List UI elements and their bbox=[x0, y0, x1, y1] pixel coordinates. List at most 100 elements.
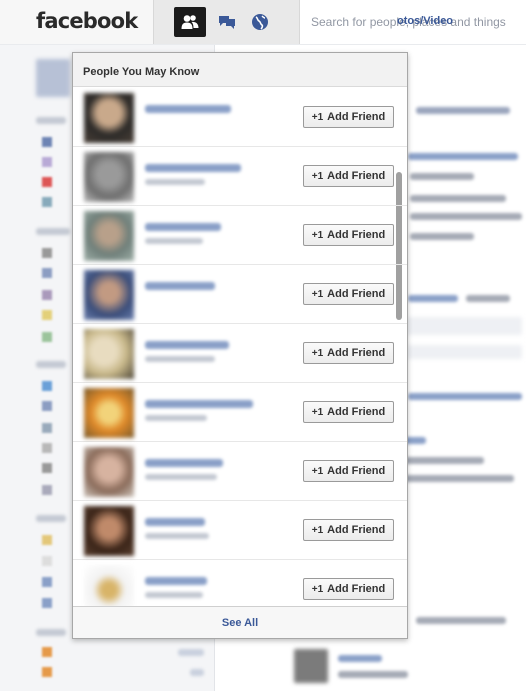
feed-text bbox=[408, 393, 522, 400]
dropdown-footer: See All bbox=[73, 606, 407, 638]
add-friend-button[interactable]: +1 Add Friend bbox=[303, 106, 394, 128]
nav-label bbox=[36, 361, 66, 368]
list-icon bbox=[42, 647, 52, 657]
add-friend-button[interactable]: +1 Add Friend bbox=[303, 401, 394, 423]
avatar[interactable] bbox=[84, 329, 134, 379]
people-you-may-know-dropdown: People You May Know +1 Add Friend +1 Add F… bbox=[72, 52, 408, 639]
avatar[interactable] bbox=[84, 506, 134, 556]
feed-text bbox=[410, 213, 522, 220]
person-name[interactable] bbox=[145, 282, 215, 290]
avatar[interactable] bbox=[84, 565, 134, 606]
feed-text bbox=[408, 153, 518, 160]
person-mutual-friends bbox=[145, 356, 215, 362]
list-item: +1 Add Friend bbox=[73, 324, 407, 383]
photo-video-tab[interactable]: otos/Video bbox=[397, 15, 453, 27]
profile-picture bbox=[36, 59, 70, 97]
app-icon bbox=[42, 463, 52, 473]
app-icon bbox=[42, 443, 52, 453]
person-mutual-friends bbox=[145, 238, 203, 244]
add-friend-button[interactable]: +1 Add Friend bbox=[303, 165, 394, 187]
nav-label bbox=[36, 629, 66, 636]
app-icon bbox=[42, 401, 52, 411]
list-item: +1 Add Friend bbox=[73, 88, 407, 147]
list-item: +1 Add Friend bbox=[73, 206, 407, 265]
person-name[interactable] bbox=[145, 577, 207, 585]
feed-text bbox=[466, 295, 510, 302]
page-icon bbox=[42, 556, 52, 566]
nav-count bbox=[190, 669, 204, 676]
person-mutual-friends bbox=[145, 474, 217, 480]
feed-text bbox=[410, 233, 474, 240]
add-friend-icon: +1 bbox=[311, 111, 324, 123]
add-friend-button[interactable]: +1 Add Friend bbox=[303, 224, 394, 246]
person-mutual-friends bbox=[145, 592, 203, 598]
page-icon bbox=[42, 577, 52, 587]
events-icon bbox=[42, 177, 52, 187]
notifications-globe-icon bbox=[252, 14, 268, 30]
list-item: +1 Add Friend bbox=[73, 147, 407, 206]
messages-button[interactable] bbox=[211, 7, 243, 37]
avatar[interactable] bbox=[84, 152, 134, 202]
app-icon bbox=[42, 381, 52, 391]
avatar[interactable] bbox=[84, 211, 134, 261]
person-name[interactable] bbox=[145, 518, 205, 526]
feed-thumbnail bbox=[294, 649, 328, 683]
feed-text bbox=[338, 671, 408, 678]
avatar[interactable] bbox=[84, 388, 134, 438]
logo[interactable]: facebook bbox=[0, 0, 154, 44]
add-friend-button[interactable]: +1 Add Friend bbox=[303, 342, 394, 364]
feed-text bbox=[338, 655, 382, 662]
add-friend-icon: +1 bbox=[311, 583, 324, 595]
nav-label bbox=[36, 117, 66, 124]
jewel-bar bbox=[154, 0, 300, 44]
nav-label bbox=[36, 228, 70, 235]
logo-text[interactable]: facebook bbox=[36, 9, 138, 33]
add-friend-icon: +1 bbox=[311, 229, 324, 241]
group-icon bbox=[42, 290, 52, 300]
person-name[interactable] bbox=[145, 341, 229, 349]
dropdown-header: People You May Know bbox=[73, 53, 407, 87]
list-item: +1 Add Friend bbox=[73, 265, 407, 324]
avatar[interactable] bbox=[84, 93, 134, 143]
suggestion-list[interactable]: +1 Add Friend +1 Add Friend +1 Add Friend +… bbox=[73, 88, 407, 606]
person-mutual-friends bbox=[145, 415, 207, 421]
feed-text bbox=[410, 195, 506, 202]
news-feed-icon bbox=[42, 137, 52, 147]
add-friend-button[interactable]: +1 Add Friend bbox=[303, 460, 394, 482]
notifications-button[interactable] bbox=[244, 7, 276, 37]
list-item: +1 Add Friend bbox=[73, 560, 407, 606]
page-icon bbox=[42, 598, 52, 608]
friend-requests-icon bbox=[181, 15, 199, 29]
messages-icon bbox=[219, 16, 235, 29]
add-friend-button[interactable]: +1 Add Friend bbox=[303, 578, 394, 600]
add-friend-icon: +1 bbox=[311, 347, 324, 359]
add-friend-icon: +1 bbox=[311, 465, 324, 477]
feed-text bbox=[404, 475, 514, 482]
group-icon bbox=[42, 310, 52, 320]
see-all-link[interactable]: See All bbox=[222, 617, 258, 629]
person-mutual-friends bbox=[145, 533, 209, 539]
list-item: +1 Add Friend bbox=[73, 383, 407, 442]
list-item: +1 Add Friend bbox=[73, 501, 407, 560]
person-name[interactable] bbox=[145, 164, 241, 172]
list-item: +1 Add Friend bbox=[73, 442, 407, 501]
page-icon bbox=[42, 535, 52, 545]
add-friend-button[interactable]: +1 Add Friend bbox=[303, 519, 394, 541]
avatar[interactable] bbox=[84, 447, 134, 497]
photos-icon bbox=[42, 197, 52, 207]
messages-icon bbox=[42, 157, 52, 167]
feed-box bbox=[406, 345, 522, 359]
person-name[interactable] bbox=[145, 223, 221, 231]
feed-text bbox=[408, 295, 458, 302]
add-friend-button[interactable]: +1 Add Friend bbox=[303, 283, 394, 305]
app-icon bbox=[42, 485, 52, 495]
person-name[interactable] bbox=[145, 400, 253, 408]
person-name[interactable] bbox=[145, 459, 223, 467]
dropdown-title: People You May Know bbox=[83, 66, 200, 78]
friend-requests-button[interactable] bbox=[174, 7, 206, 37]
add-friend-icon: +1 bbox=[311, 170, 324, 182]
avatar[interactable] bbox=[84, 270, 134, 320]
feed-text bbox=[416, 107, 510, 114]
person-name[interactable] bbox=[145, 105, 231, 113]
feed-comment-box bbox=[406, 317, 522, 335]
